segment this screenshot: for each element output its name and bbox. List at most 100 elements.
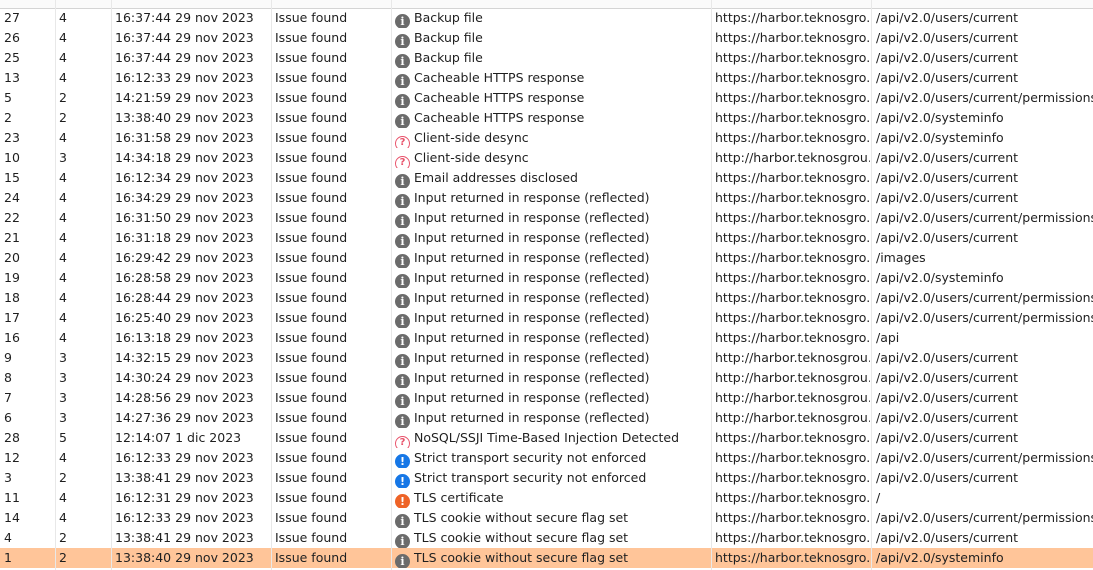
info-icon: i bbox=[395, 174, 410, 188]
issue-id: 27 bbox=[4, 10, 20, 25]
info-icon: i bbox=[395, 234, 410, 248]
issue-host: https://harbor.teknosgro... bbox=[715, 210, 870, 225]
issue-type-label: Input returned in response (reflected) bbox=[414, 210, 650, 225]
issue-severity: 4 bbox=[59, 310, 67, 325]
issue-type-label: Cacheable HTTPS response bbox=[414, 110, 585, 125]
issue-host: https://harbor.teknosgro... bbox=[715, 470, 870, 485]
issue-time: 16:37:44 29 nov 2023 bbox=[115, 30, 254, 45]
issue-type-cell: i Input returned in response (reflected) bbox=[395, 228, 710, 248]
table-row[interactable]: 14 4 16:12:33 29 nov 2023 Issue found i TLS c… bbox=[0, 508, 1093, 528]
issue-host: https://harbor.teknosgro... bbox=[715, 170, 870, 185]
issue-time: 16:28:58 29 nov 2023 bbox=[115, 270, 254, 285]
issue-id: 28 bbox=[4, 430, 20, 445]
table-row[interactable]: 7 3 14:28:56 29 nov 2023 Issue found i Input … bbox=[0, 388, 1093, 408]
issue-type-label: TLS cookie without secure flag set bbox=[414, 530, 629, 545]
table-row[interactable]: 11 4 16:12:31 29 nov 2023 Issue found! TLS c… bbox=[0, 488, 1093, 508]
issue-type-label: Input returned in response (reflected) bbox=[414, 370, 650, 385]
issue-type-label: Input returned in response (reflected) bbox=[414, 330, 650, 345]
issue-severity: 4 bbox=[59, 170, 67, 185]
table-row[interactable]: 21 4 16:31:18 29 nov 2023 Issue found i Input… bbox=[0, 228, 1093, 248]
issue-host: https://harbor.teknosgro... bbox=[715, 110, 870, 125]
table-row[interactable]: 22 4 16:31:50 29 nov 2023 Issue found i Input… bbox=[0, 208, 1093, 228]
table-row[interactable]: 6 3 14:27:36 29 nov 2023 Issue found i Input … bbox=[0, 408, 1093, 428]
table-row[interactable]: 27 4 16:37:44 29 nov 2023 Issue found i Backu… bbox=[0, 8, 1093, 28]
table-row[interactable]: 10 3 14:34:18 29 nov 2023 Issue found? Clien… bbox=[0, 148, 1093, 168]
info-icon: i bbox=[395, 114, 410, 128]
table-row[interactable]: 8 3 14:30:24 29 nov 2023 Issue found i Input … bbox=[0, 368, 1093, 388]
issue-type-label: Cacheable HTTPS response bbox=[414, 90, 585, 105]
info-icon: i bbox=[395, 214, 410, 228]
issue-host: https://harbor.teknosgro... bbox=[715, 190, 870, 205]
issue-host: https://harbor.teknosgro... bbox=[715, 50, 870, 65]
table-row[interactable]: 26 4 16:37:44 29 nov 2023 Issue found i Backu… bbox=[0, 28, 1093, 48]
table-row[interactable]: 20 4 16:29:42 29 nov 2023 Issue found i Input… bbox=[0, 248, 1093, 268]
issue-severity: 2 bbox=[59, 110, 67, 125]
issue-type-label: Backup file bbox=[414, 10, 483, 25]
question-icon: ? bbox=[395, 156, 410, 168]
issue-severity: 4 bbox=[59, 510, 67, 525]
issue-severity: 3 bbox=[59, 350, 67, 365]
issue-path: /api/v2.0/users/current bbox=[876, 150, 1019, 165]
info-icon: i bbox=[395, 54, 410, 68]
issue-host: https://harbor.teknosgro... bbox=[715, 530, 870, 545]
issue-time: 16:12:33 29 nov 2023 bbox=[115, 450, 254, 465]
table-row[interactable]: 24 4 16:34:29 29 nov 2023 Issue found i Input… bbox=[0, 188, 1093, 208]
issue-type-label: TLS cookie without secure flag set bbox=[414, 510, 629, 525]
table-row[interactable]: 15 4 16:12:34 29 nov 2023 Issue found i Email… bbox=[0, 168, 1093, 188]
issue-id: 23 bbox=[4, 130, 20, 145]
table-row[interactable]: 18 4 16:28:44 29 nov 2023 Issue found i Input… bbox=[0, 288, 1093, 308]
issue-host: https://harbor.teknosgro... bbox=[715, 290, 870, 305]
table-row[interactable]: 2 2 13:38:40 29 nov 2023 Issue found i Cachea… bbox=[0, 108, 1093, 128]
table-row[interactable]: 16 4 16:13:18 29 nov 2023 Issue found i Input… bbox=[0, 328, 1093, 348]
issue-time: 16:34:29 29 nov 2023 bbox=[115, 190, 254, 205]
issue-type-cell: i TLS cookie without secure flag set bbox=[395, 548, 710, 568]
issue-time: 16:12:33 29 nov 2023 bbox=[115, 70, 254, 85]
issue-status: Issue found bbox=[275, 410, 348, 425]
issue-path: /api/v2.0/users/current bbox=[876, 10, 1019, 25]
table-row[interactable]: 9 3 14:32:15 29 nov 2023 Issue found i Input … bbox=[0, 348, 1093, 368]
table-row[interactable]: 19 4 16:28:58 29 nov 2023 Issue found i Input… bbox=[0, 268, 1093, 288]
table-row[interactable]: 28 5 12:14:07 1 dic 2023 Issue found? NoSQL/… bbox=[0, 428, 1093, 448]
table-row[interactable]: 1 2 13:38:40 29 nov 2023 Issue found i TLS co… bbox=[0, 548, 1093, 568]
issue-type-cell: i Input returned in response (reflected) bbox=[395, 268, 710, 288]
issue-time: 16:31:50 29 nov 2023 bbox=[115, 210, 254, 225]
issue-type-label: Client-side desync bbox=[414, 130, 529, 145]
issue-type-label: Cacheable HTTPS response bbox=[414, 70, 585, 85]
issue-path: /api/v2.0/users/current/permissions bbox=[876, 310, 1093, 325]
issue-type-cell: i Input returned in response (reflected) bbox=[395, 288, 710, 308]
issue-time: 16:12:34 29 nov 2023 bbox=[115, 170, 254, 185]
issue-host: https://harbor.teknosgro... bbox=[715, 70, 870, 85]
issue-severity: 3 bbox=[59, 390, 67, 405]
issue-type-cell: i Backup file bbox=[395, 28, 710, 48]
table-row[interactable]: 25 4 16:37:44 29 nov 2023 Issue found i Backu… bbox=[0, 48, 1093, 68]
info-icon: i bbox=[395, 34, 410, 48]
issue-type-cell: i Cacheable HTTPS response bbox=[395, 88, 710, 108]
issue-type-label: Client-side desync bbox=[414, 150, 529, 165]
issue-type-cell: ? Client-side desync bbox=[395, 148, 710, 168]
issue-type-label: TLS cookie without secure flag set bbox=[414, 550, 629, 565]
issue-id: 15 bbox=[4, 170, 20, 185]
issue-path: /api/v2.0/users/current bbox=[876, 410, 1019, 425]
table-row[interactable]: 12 4 16:12:33 29 nov 2023 Issue found! Stric… bbox=[0, 448, 1093, 468]
issue-severity: 2 bbox=[59, 530, 67, 545]
issue-time: 14:21:59 29 nov 2023 bbox=[115, 90, 254, 105]
table-row[interactable]: 13 4 16:12:33 29 nov 2023 Issue found i Cache… bbox=[0, 68, 1093, 88]
issue-status: Issue found bbox=[275, 150, 348, 165]
issue-type-label: Strict transport security not enforced bbox=[414, 450, 647, 465]
table-row[interactable]: 23 4 16:31:58 29 nov 2023 Issue found? Clien… bbox=[0, 128, 1093, 148]
issue-status: Issue found bbox=[275, 250, 348, 265]
issue-type-cell: i Input returned in response (reflected) bbox=[395, 368, 710, 388]
issue-time: 13:38:41 29 nov 2023 bbox=[115, 470, 254, 485]
issue-status: Issue found bbox=[275, 470, 348, 485]
table-row[interactable]: 5 2 14:21:59 29 nov 2023 Issue found i Cachea… bbox=[0, 88, 1093, 108]
issue-type-label: Backup file bbox=[414, 50, 483, 65]
table-row[interactable]: 4 2 13:38:41 29 nov 2023 Issue found i TLS co… bbox=[0, 528, 1093, 548]
issue-type-cell: ! Strict transport security not enforced bbox=[395, 448, 710, 468]
exclaim-blue-icon: ! bbox=[395, 454, 410, 468]
table-row[interactable]: 17 4 16:25:40 29 nov 2023 Issue found i Input… bbox=[0, 308, 1093, 328]
issue-status: Issue found bbox=[275, 90, 348, 105]
issue-id: 20 bbox=[4, 250, 20, 265]
table-row[interactable]: 3 2 13:38:41 29 nov 2023 Issue found! Strict… bbox=[0, 468, 1093, 488]
issue-id: 17 bbox=[4, 310, 20, 325]
issue-status: Issue found bbox=[275, 350, 348, 365]
